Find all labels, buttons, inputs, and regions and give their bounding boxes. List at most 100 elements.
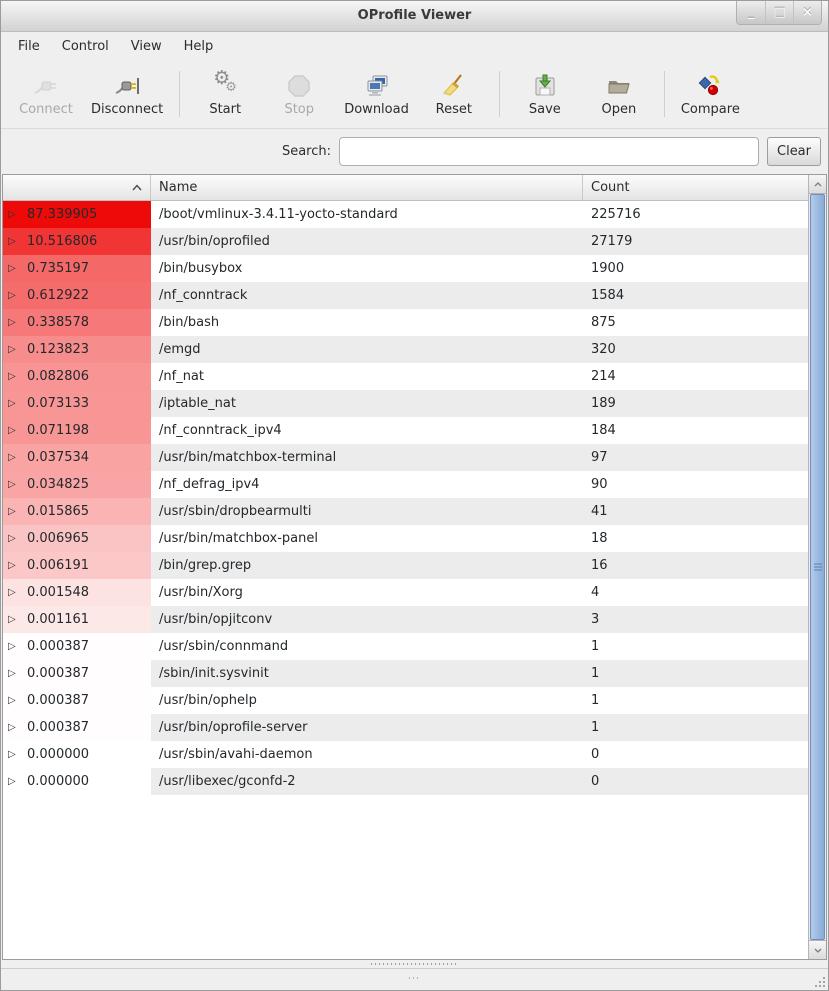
stop-octagon-icon	[286, 73, 312, 99]
percent-value: 0.000387	[27, 693, 89, 708]
row-expander-icon[interactable]: ▷	[8, 507, 18, 517]
name-cell: /usr/bin/ophelp	[151, 687, 583, 714]
table-row[interactable]: ▷0.037534/usr/bin/matchbox-terminal97	[3, 444, 808, 471]
name-cell: /bin/busybox	[151, 255, 583, 282]
close-icon: ×	[802, 5, 813, 20]
percent-cell: ▷ 0.000387	[3, 687, 151, 714]
row-expander-icon[interactable]: ▷	[8, 615, 18, 625]
row-expander-icon[interactable]: ▷	[8, 588, 18, 598]
row-expander-icon[interactable]: ▷	[8, 210, 18, 220]
percent-cell: ▷0.338578	[3, 309, 151, 336]
row-expander-icon[interactable]: ▷	[8, 561, 18, 571]
table-row[interactable]: ▷0.006191/bin/grep.grep16	[3, 552, 808, 579]
row-expander-icon[interactable]: ▷	[8, 237, 18, 247]
row-expander-icon[interactable]: ▷	[8, 642, 18, 652]
percent-value: 0.000387	[27, 666, 89, 681]
scroll-up-button[interactable]	[809, 175, 826, 194]
column-header-percent[interactable]	[3, 175, 151, 200]
name-cell: /sbin/init.sysvinit	[151, 660, 583, 687]
row-expander-icon[interactable]: ▷	[8, 318, 18, 328]
table-row[interactable]: ▷0.612922/nf_conntrack1584	[3, 282, 808, 309]
toolbar-button-label: Save	[529, 102, 561, 117]
pane-splitter[interactable]	[1, 960, 828, 969]
percent-value: 0.000000	[27, 774, 89, 789]
table-row[interactable]: ▷0.000000/usr/libexec/gconfd-20	[3, 768, 808, 795]
minimize-button[interactable]: _	[737, 1, 765, 24]
row-expander-icon[interactable]: ▷	[8, 345, 18, 355]
table-row[interactable]: ▷0.735197/bin/busybox1900	[3, 255, 808, 282]
table-row[interactable]: ▷0.001548/usr/bin/Xorg4	[3, 579, 808, 606]
row-expander-icon[interactable]: ▷	[8, 480, 18, 490]
table-row[interactable]: ▷ 0.000387/sbin/init.sysvinit1	[3, 660, 808, 687]
name-cell: /usr/bin/matchbox-terminal	[151, 444, 583, 471]
percent-value: 0.071198	[27, 423, 89, 438]
table-row[interactable]: ▷10.516806/usr/bin/oprofiled27179	[3, 228, 808, 255]
row-expander-icon[interactable]: ▷	[8, 696, 18, 706]
table-row[interactable]: ▷0.000387/usr/bin/oprofile-server1	[3, 714, 808, 741]
toolbar-separator	[179, 71, 180, 117]
row-expander-icon[interactable]: ▷	[8, 264, 18, 274]
percent-cell: ▷0.000000	[3, 741, 151, 768]
table-row[interactable]: ▷0.000387/usr/bin/ophelp1	[3, 687, 808, 714]
table-row[interactable]: ▷0.034825/nf_defrag_ipv490	[3, 471, 808, 498]
resize-grip[interactable]	[813, 975, 825, 987]
row-expander-icon[interactable]: ▷	[8, 453, 18, 463]
count-cell: 875	[583, 309, 808, 336]
name-cell: /usr/bin/Xorg	[151, 579, 583, 606]
table-row[interactable]: ▷0.073133/iptable_nat189	[3, 390, 808, 417]
name-cell: /boot/vmlinux-3.4.11-yocto-standard	[151, 201, 583, 228]
count-cell: 1	[583, 660, 808, 687]
table-row[interactable]: ▷0.015865/usr/sbin/dropbearmulti41	[3, 498, 808, 525]
column-header-name[interactable]: Name	[151, 175, 583, 200]
row-expander-icon[interactable]: ▷	[8, 534, 18, 544]
toolbar-button-save[interactable]: Save	[508, 68, 582, 120]
scroll-down-button[interactable]	[809, 940, 826, 959]
row-expander-icon[interactable]: ▷	[8, 750, 18, 760]
column-header-count[interactable]: Count	[583, 175, 808, 200]
disconnect-plug-icon	[114, 73, 140, 99]
percent-cell: ▷0.612922	[3, 282, 151, 309]
table-row[interactable]: ▷0.000387/usr/sbin/connmand1	[3, 633, 808, 660]
toolbar-button-download[interactable]: Download	[336, 68, 417, 120]
row-expander-icon[interactable]: ▷	[8, 291, 18, 301]
row-expander-icon[interactable]: ▷	[8, 669, 18, 679]
toolbar-group: Save Open	[508, 68, 656, 120]
name-cell: /iptable_nat	[151, 390, 583, 417]
vertical-scrollbar[interactable]	[808, 175, 826, 959]
toolbar-separator	[499, 71, 500, 117]
table-row[interactable]: ▷87.339905/boot/vmlinux-3.4.11-yocto-sta…	[3, 201, 808, 228]
table-row[interactable]: ▷0.082806/nf_nat214	[3, 363, 808, 390]
search-input[interactable]	[339, 137, 759, 166]
row-expander-icon[interactable]: ▷	[8, 723, 18, 733]
menu-item-view[interactable]: View	[120, 32, 173, 60]
menu-item-control[interactable]: Control	[51, 32, 120, 60]
menu-bar: FileControlViewHelp	[1, 32, 828, 60]
table-row[interactable]: ▷0.123823/emgd320	[3, 336, 808, 363]
table-row[interactable]: ▷0.000000/usr/sbin/avahi-daemon0	[3, 741, 808, 768]
table-header: Name Count	[3, 175, 808, 201]
menu-item-file[interactable]: File	[7, 32, 51, 60]
menu-item-help[interactable]: Help	[173, 32, 225, 60]
clear-button[interactable]: Clear	[767, 137, 821, 166]
percent-value: 0.037534	[27, 450, 89, 465]
toolbar-button-open[interactable]: Open	[582, 68, 656, 120]
maximize-button[interactable]: □	[765, 1, 793, 24]
title-bar[interactable]: OProfile Viewer _□×	[1, 1, 828, 32]
table-row[interactable]: ▷0.006965/usr/bin/matchbox-panel18	[3, 525, 808, 552]
toolbar-button-reset[interactable]: Reset	[417, 68, 491, 120]
toolbar-button-start[interactable]: ⚙⚙Start	[188, 68, 262, 120]
close-button[interactable]: ×	[793, 1, 821, 24]
count-cell: 320	[583, 336, 808, 363]
toolbar-button-label: Connect	[19, 102, 73, 117]
toolbar-button-disconnect[interactable]: Disconnect	[83, 68, 171, 120]
table-row[interactable]: ▷0.338578/bin/bash875	[3, 309, 808, 336]
row-expander-icon[interactable]: ▷	[8, 777, 18, 787]
table-row[interactable]: ▷0.001161/usr/bin/opjitconv3	[3, 606, 808, 633]
table-row[interactable]: ▷0.071198/nf_conntrack_ipv4184	[3, 417, 808, 444]
row-expander-icon[interactable]: ▷	[8, 426, 18, 436]
toolbar-button-compare[interactable]: Compare	[673, 68, 748, 120]
row-expander-icon[interactable]: ▷	[8, 399, 18, 409]
scrollbar-thumb[interactable]	[810, 194, 825, 940]
name-cell: /usr/bin/matchbox-panel	[151, 525, 583, 552]
row-expander-icon[interactable]: ▷	[8, 372, 18, 382]
